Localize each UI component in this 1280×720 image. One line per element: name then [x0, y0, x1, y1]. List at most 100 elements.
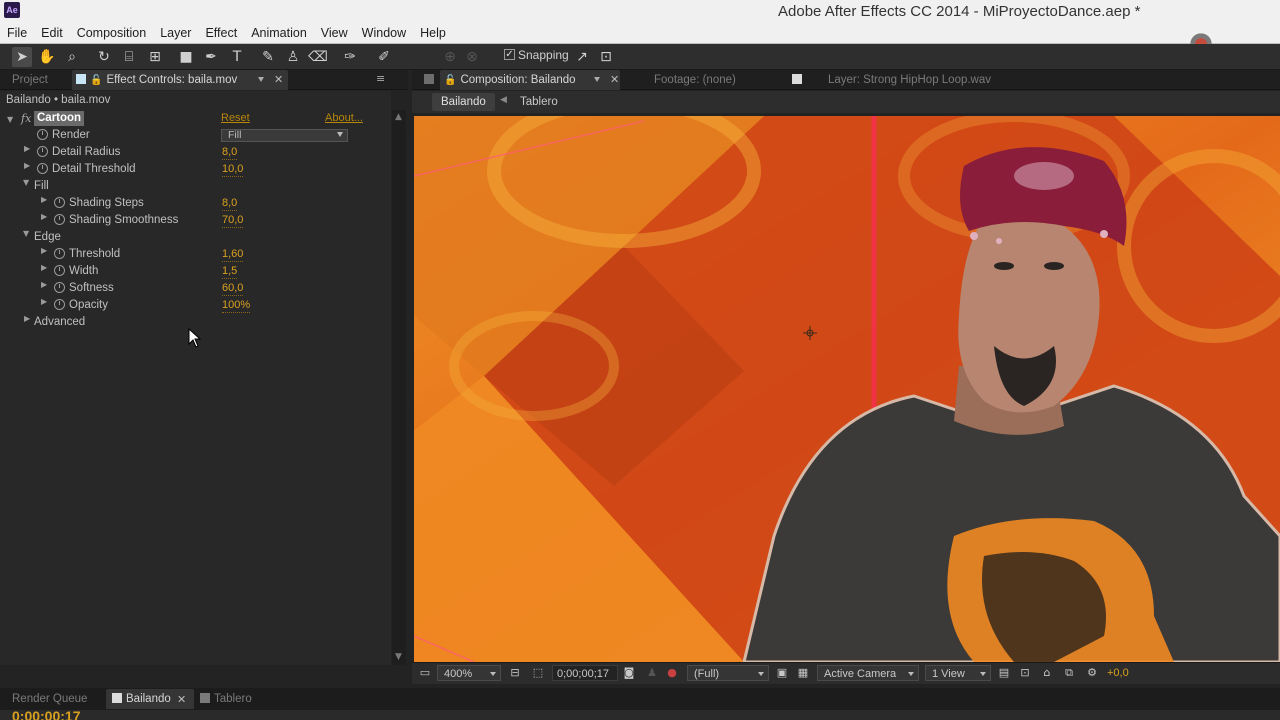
- effect-name[interactable]: Cartoon: [34, 111, 85, 126]
- menu-layer[interactable]: Layer: [153, 24, 198, 42]
- scroll-down-icon[interactable]: ▼: [395, 652, 402, 662]
- title-action-safe-icon[interactable]: ⊟: [508, 666, 522, 680]
- menu-window[interactable]: Window: [355, 24, 413, 42]
- show-channel-icon[interactable]: ●: [665, 666, 679, 680]
- stopwatch-icon[interactable]: [37, 146, 48, 157]
- transparency-grid-icon[interactable]: ▦: [796, 666, 810, 680]
- resolution-dropdown[interactable]: (Full): [687, 665, 769, 681]
- menu-help[interactable]: Help: [413, 24, 453, 42]
- timeline-icon[interactable]: ⌂: [1040, 666, 1054, 680]
- snapping-checkbox[interactable]: ✓: [504, 49, 515, 60]
- lock-icon[interactable]: 🔓: [90, 75, 102, 86]
- reset-link[interactable]: Reset: [221, 112, 250, 124]
- snapping-grid-icon[interactable]: ⊡: [596, 47, 616, 67]
- twirl-open-icon[interactable]: ▼: [23, 229, 29, 238]
- eraser-tool-icon[interactable]: ⌫: [308, 47, 328, 67]
- tab-composition[interactable]: 🔓 Composition: Bailando: [440, 70, 620, 90]
- twirl-closed-icon[interactable]: ▶: [24, 161, 30, 170]
- puppet-pin-tool-icon[interactable]: ✐: [374, 47, 394, 67]
- flowchart-icon[interactable]: ⧉: [1062, 666, 1076, 680]
- reset-exposure-icon[interactable]: ⚙: [1085, 666, 1099, 680]
- twirl-open-icon[interactable]: ▼: [23, 178, 29, 187]
- tab-footage[interactable]: Footage: (none): [654, 70, 736, 90]
- stopwatch-icon[interactable]: [54, 299, 65, 310]
- menu-composition[interactable]: Composition: [70, 24, 153, 42]
- menu-view[interactable]: View: [314, 24, 355, 42]
- value-shading-steps[interactable]: 8,0: [222, 196, 238, 211]
- rectangle-tool-icon[interactable]: ■: [176, 47, 196, 67]
- stopwatch-icon[interactable]: [54, 248, 65, 259]
- menu-effect[interactable]: Effect: [198, 24, 244, 42]
- scroll-up-icon[interactable]: ▲: [395, 112, 402, 122]
- menu-edit[interactable]: Edit: [34, 24, 70, 42]
- camera-view-dropdown[interactable]: Active Camera: [817, 665, 919, 681]
- exposure-value[interactable]: +0,0: [1107, 665, 1129, 681]
- property-group-fill[interactable]: ▼ Fill: [0, 178, 390, 195]
- view-layout-dropdown[interactable]: 1 View: [925, 665, 991, 681]
- fx-toggle-icon[interactable]: fx: [21, 112, 31, 125]
- tab-render-queue[interactable]: Render Queue: [12, 689, 87, 709]
- comp-nav-tablero[interactable]: Tablero: [520, 93, 558, 111]
- render-dropdown[interactable]: Fill: [221, 129, 348, 142]
- selection-tool-icon[interactable]: ➤: [12, 47, 32, 67]
- stopwatch-icon[interactable]: [54, 197, 65, 208]
- stopwatch-icon[interactable]: [37, 163, 48, 174]
- panel-menu-icon[interactable]: ≡: [376, 72, 385, 85]
- value-width[interactable]: 1,5: [222, 264, 238, 279]
- close-icon[interactable]: ✕: [177, 693, 186, 706]
- effect-twirl-open-icon[interactable]: ▼: [7, 115, 13, 124]
- stopwatch-icon[interactable]: [54, 214, 65, 225]
- type-tool-icon[interactable]: T: [227, 47, 247, 67]
- effect-controls-scrollbar[interactable]: ▲ ▼: [392, 110, 406, 665]
- hand-tool-icon[interactable]: ✋: [37, 47, 57, 67]
- about-link[interactable]: About...: [325, 112, 363, 124]
- snapshot-camera-icon[interactable]: ◙: [622, 666, 636, 680]
- value-detail-radius[interactable]: 8,0: [222, 145, 238, 160]
- lock-icon[interactable]: 🔓: [444, 75, 456, 86]
- always-preview-icon[interactable]: ▭: [418, 666, 432, 680]
- twirl-closed-icon[interactable]: ▶: [41, 280, 47, 289]
- pen-tool-icon[interactable]: ✒: [201, 47, 221, 67]
- fast-draft-icon[interactable]: ⊡: [1018, 666, 1032, 680]
- composition-viewer[interactable]: [414, 116, 1280, 662]
- snapping-options-icon[interactable]: ↗: [572, 47, 592, 67]
- roto-brush-tool-icon[interactable]: ✑: [340, 47, 360, 67]
- region-of-interest-icon[interactable]: ⬚: [531, 666, 545, 680]
- twirl-closed-icon[interactable]: ▶: [41, 195, 47, 204]
- tab-layer[interactable]: [792, 70, 806, 90]
- value-softness[interactable]: 60,0: [222, 281, 244, 296]
- rotate-tool-icon[interactable]: ↻: [94, 47, 114, 67]
- magnification-dropdown[interactable]: 400%: [437, 665, 501, 681]
- timeline-current-time[interactable]: 0;00;00;17: [12, 710, 81, 720]
- property-group-edge[interactable]: ▼ Edge: [0, 229, 390, 246]
- value-threshold[interactable]: 1,60: [222, 247, 244, 262]
- value-opacity[interactable]: 100%: [222, 298, 251, 313]
- tab-timeline-tablero[interactable]: Tablero: [200, 689, 252, 709]
- twirl-closed-icon[interactable]: ▶: [24, 314, 30, 323]
- twirl-closed-icon[interactable]: ▶: [24, 144, 30, 153]
- stopwatch-icon[interactable]: [54, 265, 65, 276]
- twirl-closed-icon[interactable]: ▶: [41, 263, 47, 272]
- current-time-display[interactable]: 0;00;00;17: [552, 665, 618, 681]
- menu-file[interactable]: File: [0, 24, 34, 42]
- comp-nav-bailando[interactable]: Bailando: [432, 93, 495, 111]
- stopwatch-icon[interactable]: [37, 129, 48, 140]
- show-snapshot-icon[interactable]: ♟: [645, 666, 659, 680]
- chevron-down-icon[interactable]: [594, 77, 600, 82]
- fast-previews-icon[interactable]: ▣: [775, 666, 789, 680]
- tab-project[interactable]: Project: [12, 70, 48, 90]
- stopwatch-icon[interactable]: [54, 282, 65, 293]
- zoom-tool-icon[interactable]: ⌕: [62, 47, 82, 67]
- pan-behind-tool-icon[interactable]: ⊞: [145, 47, 165, 67]
- camera-tool-icon[interactable]: ⌸: [119, 47, 139, 67]
- twirl-closed-icon[interactable]: ▶: [41, 246, 47, 255]
- tab-effect-controls[interactable]: 🔓 Effect Controls: baila.mov: [72, 70, 288, 90]
- tab-layer-label[interactable]: Layer: Strong HipHop Loop.wav: [828, 70, 991, 90]
- close-icon[interactable]: ✕: [274, 73, 283, 86]
- menu-animation[interactable]: Animation: [244, 24, 314, 42]
- value-shading-smoothness[interactable]: 70,0: [222, 213, 244, 228]
- twirl-closed-icon[interactable]: ▶: [41, 297, 47, 306]
- chevron-down-icon[interactable]: [258, 77, 264, 82]
- value-detail-threshold[interactable]: 10,0: [222, 162, 244, 177]
- close-icon[interactable]: ✕: [610, 73, 619, 86]
